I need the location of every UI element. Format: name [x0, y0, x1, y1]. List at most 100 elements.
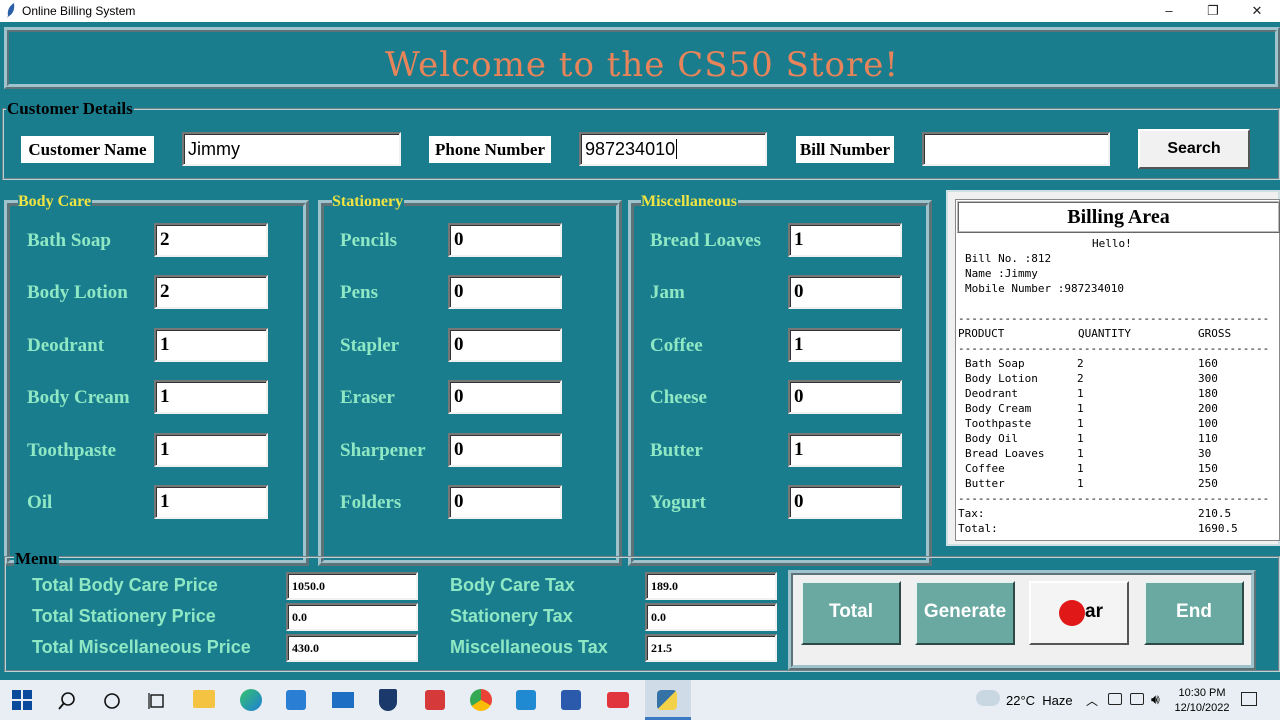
bill-row-product: Butter: [965, 477, 1005, 490]
body-care-qty-input[interactable]: 2: [154, 223, 268, 257]
clock-time: 10:30 PM: [1178, 687, 1226, 699]
body-care-item-label: Deodrant: [27, 335, 105, 356]
bill-row-qty: 1: [1077, 462, 1084, 475]
generate-button[interactable]: Generate: [915, 581, 1015, 645]
customer-name-label: Customer Name: [21, 136, 154, 163]
body-care-item-label: Oil: [27, 492, 53, 513]
body-care-item-label: Body Cream: [27, 387, 130, 408]
misc-item-label: Bread Loaves: [650, 230, 762, 251]
clear-button[interactable]: ar: [1029, 581, 1129, 645]
bill-row-product: Bath Soap: [965, 357, 1025, 370]
close-button[interactable]: ✕: [1235, 0, 1279, 22]
bill-row-product: Coffee: [965, 462, 1005, 475]
bill-row-gross: 200: [1198, 402, 1218, 415]
bill-row-qty: 2: [1077, 372, 1084, 385]
misc-qty-input[interactable]: 0: [788, 380, 902, 414]
total-body-care-price-input[interactable]: 1050.0: [286, 572, 418, 600]
cortana-icon[interactable]: [103, 692, 121, 710]
misc-qty-input[interactable]: 0: [788, 485, 902, 519]
bill-row-gross: 150: [1198, 462, 1218, 475]
bill-mobile-number: Mobile Number :987234010: [965, 282, 1124, 295]
misc-qty-input[interactable]: 1: [788, 328, 902, 362]
misc-qty-input[interactable]: 0: [788, 275, 902, 309]
stationery-qty-input[interactable]: 0: [448, 275, 562, 309]
total-miscellaneous-price-input[interactable]: 430.0: [286, 634, 418, 662]
store-title: Welcome to the CS50 Store!: [384, 45, 900, 85]
bill-number-label: Bill Number: [796, 136, 894, 163]
chrome-icon[interactable]: [470, 689, 492, 711]
security-shield-icon[interactable]: [379, 689, 397, 711]
stationery-item-label: Sharpener: [340, 440, 426, 461]
bill-row-gross: 100: [1198, 417, 1218, 430]
miscellaneous-tax-input[interactable]: 21.5: [645, 634, 777, 662]
search-icon[interactable]: [58, 692, 76, 710]
file-explorer-icon[interactable]: [193, 690, 215, 708]
bill-customer-name: Name :Jimmy: [965, 267, 1038, 280]
bill-number-input[interactable]: [922, 132, 1110, 166]
body-care-qty-input[interactable]: 1: [154, 380, 268, 414]
misc-item-label: Butter: [650, 440, 703, 461]
network-icon[interactable]: [1108, 693, 1122, 705]
bill-divider: ----------------------------------------…: [958, 312, 1270, 325]
customer-name-input[interactable]: Jimmy: [182, 132, 401, 166]
customer-details-legend: Customer Details: [6, 99, 134, 118]
notification-icon[interactable]: [1241, 692, 1257, 706]
weather-text[interactable]: 22°C Haze: [1006, 693, 1073, 708]
stationery-item-label: Pens: [340, 282, 378, 303]
bill-header-gross: GROSS: [1198, 327, 1232, 340]
chevron-up-icon[interactable]: ︿: [1086, 692, 1098, 709]
minimize-button[interactable]: –: [1147, 0, 1191, 22]
phone-number-input[interactable]: 987234010: [579, 132, 767, 166]
stationery-qty-input[interactable]: 0: [448, 380, 562, 414]
phone-number-label: Phone Number: [429, 136, 551, 163]
body-care-tax-input[interactable]: 189.0: [645, 572, 777, 600]
volume-icon[interactable]: 🔊︎: [1151, 691, 1160, 708]
miscellaneous-title: Miscellaneous: [641, 193, 738, 211]
body-care-qty-input[interactable]: 1: [154, 485, 268, 519]
total-stationery-price-input[interactable]: 0.0: [286, 603, 418, 631]
word-icon[interactable]: [561, 690, 581, 710]
stationery-tax-input[interactable]: 0.0: [645, 603, 777, 631]
feather-icon: [7, 3, 15, 18]
bill-tax-label: Tax:: [958, 507, 985, 520]
misc-qty-input[interactable]: 1: [788, 223, 902, 257]
search-button[interactable]: Search: [1138, 129, 1250, 169]
vscode-icon[interactable]: [516, 690, 536, 710]
stationery-qty-input[interactable]: 0: [448, 433, 562, 467]
edge-browser-icon[interactable]: [240, 689, 262, 711]
stationery-qty-input[interactable]: 0: [448, 485, 562, 519]
body-care-tax-label: Body Care Tax: [450, 575, 575, 595]
body-care-qty-input[interactable]: 2: [154, 275, 268, 309]
body-care-title: Body Care: [18, 193, 93, 211]
maximize-button[interactable]: ❐: [1191, 0, 1235, 22]
system-clock[interactable]: 10:30 PM 12/10/2022: [1166, 686, 1238, 716]
display-icon[interactable]: [1130, 693, 1144, 705]
stationery-tax-label: Stationery Tax: [450, 606, 573, 626]
stationery-qty-input[interactable]: 0: [448, 328, 562, 362]
bill-number-text: Bill No. :812: [965, 252, 1052, 265]
bill-header-quantity: QUANTITY: [1078, 327, 1131, 340]
bill-divider: ----------------------------------------…: [958, 342, 1270, 355]
body-care-qty-input[interactable]: 1: [154, 328, 268, 362]
total-button[interactable]: Total: [801, 581, 901, 645]
app-red-icon[interactable]: [425, 690, 445, 710]
task-view-icon[interactable]: [148, 692, 166, 710]
header-banner: Welcome to the CS50 Store!: [4, 27, 1280, 89]
misc-qty-input[interactable]: 1: [788, 433, 902, 467]
clock-date: 12/10/2022: [1174, 702, 1230, 714]
stationery-qty-input[interactable]: 0: [448, 223, 562, 257]
microsoft-store-icon[interactable]: [286, 690, 306, 710]
total-miscellaneous-price-label: Total Miscellaneous Price: [32, 637, 251, 657]
bill-tax-value: 210.5: [1198, 507, 1232, 520]
bill-row-qty: 1: [1077, 417, 1084, 430]
bill-row-product: Deodrant: [965, 387, 1018, 400]
video-app-icon[interactable]: [607, 692, 629, 708]
cursor-click-highlight: [1059, 600, 1085, 626]
total-stationery-price-label: Total Stationery Price: [32, 606, 216, 626]
misc-item-label: Coffee: [650, 335, 703, 356]
python-icon: [657, 690, 677, 710]
body-care-qty-input[interactable]: 1: [154, 433, 268, 467]
end-button[interactable]: End: [1144, 581, 1244, 645]
mail-icon[interactable]: [332, 692, 354, 708]
windows-start-icon[interactable]: [12, 690, 32, 710]
